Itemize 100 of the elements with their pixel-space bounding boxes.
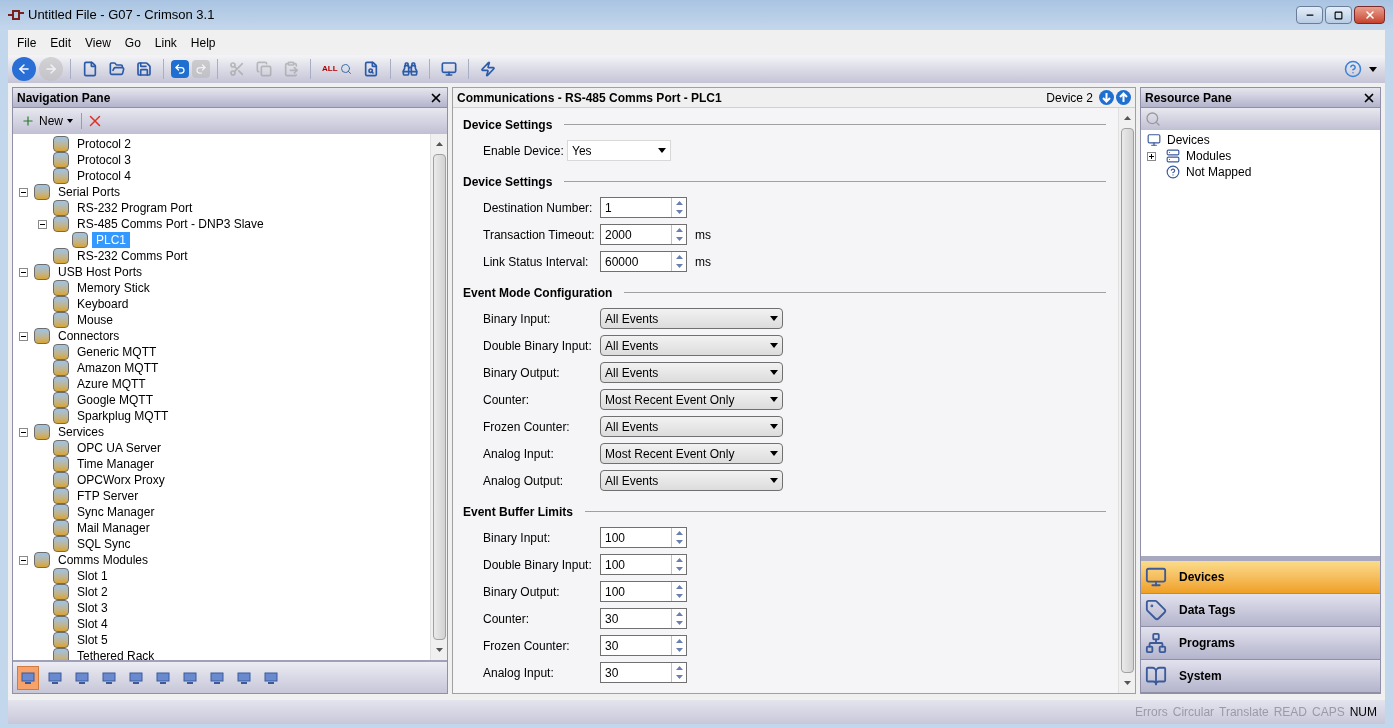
number-field[interactable]: 30 — [600, 608, 687, 629]
tree-item[interactable]: USB Host Ports — [54, 264, 147, 280]
tree-node-icon — [53, 632, 69, 648]
number-field[interactable]: 30 — [600, 662, 687, 683]
menu-item[interactable]: Go — [119, 33, 146, 52]
collapse-toggle[interactable] — [19, 267, 28, 277]
number-field[interactable]: 100 — [600, 527, 687, 548]
tree-item[interactable]: Sparkplug MQTT — [73, 408, 173, 424]
tree-item[interactable]: RS-232 Program Port — [73, 200, 197, 216]
category-button[interactable]: Programs — [1141, 627, 1380, 660]
monitor-icon — [21, 671, 35, 684]
number-field[interactable]: 30 — [600, 635, 687, 656]
collapse-toggle[interactable] — [19, 331, 28, 341]
category-button[interactable]: Data Tags — [1141, 594, 1380, 627]
dropdown[interactable]: All Events — [600, 470, 783, 491]
minus-icon — [21, 189, 26, 195]
monitor-icon — [48, 671, 62, 684]
collapse-toggle[interactable] — [19, 427, 28, 437]
tree-item[interactable]: Mail Manager — [73, 520, 154, 536]
close-button[interactable] — [1354, 6, 1385, 24]
field-label: Binary Input: — [483, 529, 552, 547]
tree-item[interactable]: OPCWorx Proxy — [73, 472, 169, 488]
new-button[interactable]: New — [17, 112, 77, 130]
caret-icon[interactable] — [1369, 66, 1377, 72]
help-icon[interactable] — [1344, 60, 1362, 78]
tree-item[interactable]: Slot 1 — [73, 568, 112, 584]
plus-icon — [21, 114, 35, 128]
tree-item[interactable]: Modules — [1186, 147, 1232, 165]
collapse-toggle[interactable] — [38, 219, 47, 229]
tree-item[interactable]: RS-232 Comms Port — [73, 248, 192, 264]
tree-item[interactable]: FTP Server — [73, 488, 143, 504]
scroll-down-icon[interactable] — [435, 648, 443, 652]
tree-item[interactable]: Sync Manager — [73, 504, 159, 520]
minimize-button[interactable] — [1296, 6, 1323, 24]
field-label: Analog Input: — [483, 664, 555, 682]
tree-item[interactable]: Slot 4 — [73, 616, 112, 632]
expand-toggle[interactable] — [1147, 151, 1156, 161]
tree-item[interactable]: Comms Modules — [54, 552, 153, 568]
menu-item[interactable]: View — [80, 33, 116, 52]
number-field[interactable]: 100 — [600, 581, 687, 602]
find-all-button[interactable]: ALL — [318, 57, 356, 81]
maximize-button[interactable] — [1325, 6, 1352, 24]
tree-item[interactable]: Slot 3 — [73, 600, 112, 616]
number-field[interactable]: 1 — [600, 197, 687, 218]
view-tab[interactable] — [17, 665, 39, 690]
back-button[interactable] — [12, 57, 36, 81]
tree-item[interactable]: Slot 2 — [73, 584, 112, 600]
dropdown[interactable]: All Events — [600, 335, 783, 356]
dropdown[interactable]: All Events — [600, 362, 783, 383]
scroll-up-icon[interactable] — [435, 142, 443, 146]
tree-item[interactable]: SQL Sync — [73, 536, 135, 552]
dropdown[interactable]: All Events — [600, 308, 783, 329]
dropdown[interactable]: Most Recent Event Only — [600, 389, 783, 410]
book-icon — [1145, 665, 1167, 687]
menu-item[interactable]: Help — [185, 33, 221, 52]
caret-icon — [770, 397, 778, 402]
tree-item[interactable]: OPC UA Server — [73, 440, 166, 456]
tree-node-icon — [53, 168, 69, 184]
tree-item[interactable]: Services — [54, 424, 108, 440]
menu-item[interactable]: Link — [149, 33, 182, 52]
scroll-up-icon[interactable] — [1123, 116, 1131, 120]
tree-item[interactable]: Mouse — [73, 312, 118, 328]
collapse-toggle[interactable] — [19, 555, 28, 565]
tree-item[interactable]: Tethered Rack — [73, 648, 159, 660]
tree-item[interactable]: Amazon MQTT — [73, 360, 163, 376]
tree-item[interactable]: Time Manager — [73, 456, 158, 472]
tree-item[interactable]: Devices — [1167, 131, 1210, 149]
tree-item[interactable]: Protocol 3 — [73, 152, 136, 168]
tree-item[interactable]: Slot 5 — [73, 632, 112, 648]
tree-item[interactable]: Connectors — [54, 328, 124, 344]
scroll-down-icon[interactable] — [1123, 681, 1131, 685]
dropdown[interactable]: All Events — [600, 416, 783, 437]
arrow-up-icon[interactable] — [1116, 90, 1131, 105]
tree-item[interactable]: Memory Stick — [73, 280, 154, 296]
number-field[interactable]: 60000 — [600, 251, 687, 272]
tree-item[interactable]: Azure MQTT — [73, 376, 150, 392]
undo-button[interactable] — [171, 60, 189, 78]
tree-item[interactable]: Not Mapped — [1186, 163, 1252, 181]
lightning-icon — [479, 61, 496, 77]
tree-node-icon — [53, 152, 69, 168]
tree-item[interactable]: Google MQTT — [73, 392, 158, 408]
tree-item[interactable]: Keyboard — [73, 296, 133, 312]
number-field[interactable]: 100 — [600, 554, 687, 575]
category-button[interactable]: System — [1141, 660, 1380, 693]
dropdown[interactable]: Yes — [567, 140, 671, 161]
tree-item[interactable]: Generic MQTT — [73, 344, 161, 360]
collapse-toggle[interactable] — [19, 187, 28, 197]
tree-item[interactable]: RS-485 Comms Port - DNP3 Slave — [73, 216, 268, 232]
dropdown[interactable]: Most Recent Event Only — [600, 443, 783, 464]
menu-item[interactable]: Edit — [45, 33, 77, 52]
arrow-down-icon[interactable] — [1099, 90, 1114, 105]
number-field[interactable]: 2000 — [600, 224, 687, 245]
scrollbar[interactable] — [430, 134, 447, 660]
tree-item[interactable]: Protocol 4 — [73, 168, 136, 184]
tree-item[interactable]: Protocol 2 — [73, 136, 136, 152]
category-button[interactable]: Devices — [1141, 561, 1380, 594]
scrollbar[interactable] — [1118, 108, 1135, 693]
menu-item[interactable]: File — [12, 33, 42, 52]
tree-item[interactable]: Serial Ports — [54, 184, 125, 200]
tree-node-icon — [53, 616, 69, 632]
